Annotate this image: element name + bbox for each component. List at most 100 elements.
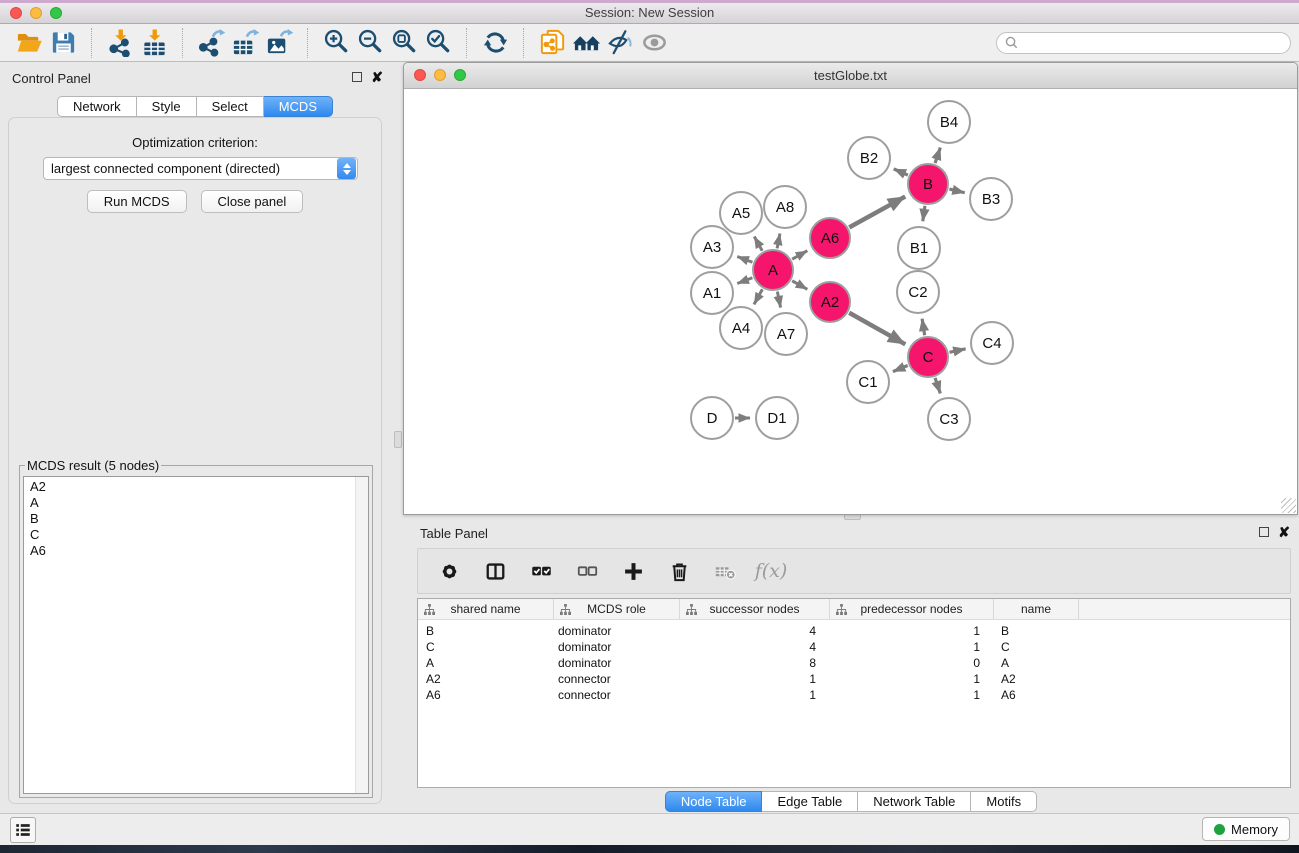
- graph-node-A4[interactable]: A4: [720, 307, 762, 349]
- graph-edge-C-C4[interactable]: [949, 349, 965, 353]
- save-session-button[interactable]: [46, 26, 80, 60]
- graph-node-D1[interactable]: D1: [756, 397, 798, 439]
- graph-edge-C-C2[interactable]: [922, 319, 925, 336]
- mcds-result-item[interactable]: A6: [30, 543, 368, 559]
- tab-motifs[interactable]: Motifs: [971, 791, 1037, 812]
- mcds-result-list[interactable]: A2ABCA6: [23, 476, 369, 794]
- graph-node-A6[interactable]: A6: [810, 218, 850, 258]
- split-view-button[interactable]: [482, 558, 508, 584]
- graph-edge-A-A4[interactable]: [754, 289, 762, 304]
- table-row[interactable]: Bdominator41B: [418, 623, 1290, 639]
- tab-network-table[interactable]: Network Table: [858, 791, 971, 812]
- graph-node-A1[interactable]: A1: [691, 272, 733, 314]
- network-canvas[interactable]: B4B2BB3A8A5A6A3B1AA1C2A2A4A7C4CC1C3DD1: [404, 89, 1297, 514]
- graph-edge-A-A5[interactable]: [754, 237, 762, 251]
- graph-node-C3[interactable]: C3: [928, 398, 970, 440]
- graph-node-A5[interactable]: A5: [720, 192, 762, 234]
- hide-graphics-button[interactable]: [603, 26, 637, 60]
- graph-node-C1[interactable]: C1: [847, 361, 889, 403]
- tab-mcds[interactable]: MCDS: [264, 96, 333, 117]
- settings-gear-button[interactable]: [436, 558, 462, 584]
- show-graphics-button[interactable]: [637, 26, 671, 60]
- graph-node-A7[interactable]: A7: [765, 313, 807, 355]
- tab-network[interactable]: Network: [57, 96, 137, 117]
- open-session-button[interactable]: [12, 26, 46, 60]
- tab-node-table[interactable]: Node Table: [665, 791, 763, 812]
- graph-edge-B-B4[interactable]: [935, 148, 940, 164]
- close-panel-icon[interactable]: ✘: [1278, 527, 1290, 537]
- close-panel-icon[interactable]: ✘: [371, 72, 383, 82]
- graph-edge-A-A1[interactable]: [737, 278, 752, 284]
- run-mcds-button[interactable]: Run MCDS: [87, 190, 187, 213]
- graph-edge-A6-B[interactable]: [849, 197, 905, 228]
- zoom-window-button[interactable]: [50, 7, 62, 19]
- graph-node-A[interactable]: A: [753, 250, 793, 290]
- add-column-button[interactable]: [620, 558, 646, 584]
- graph-node-B3[interactable]: B3: [970, 178, 1012, 220]
- export-network-button[interactable]: [194, 26, 228, 60]
- graph-node-C4[interactable]: C4: [971, 322, 1013, 364]
- zoom-window-button[interactable]: [454, 69, 466, 81]
- graph-edge-A-A3[interactable]: [737, 257, 752, 263]
- zoom-in-button[interactable]: [319, 26, 353, 60]
- tab-edge-table[interactable]: Edge Table: [762, 791, 858, 812]
- graph-edge-C-C1[interactable]: [893, 365, 908, 371]
- graph-node-C[interactable]: C: [908, 337, 948, 377]
- table-row[interactable]: Adominator80A: [418, 655, 1290, 671]
- table-row[interactable]: Cdominator41C: [418, 639, 1290, 655]
- refresh-button[interactable]: [478, 26, 512, 60]
- task-history-button[interactable]: [10, 817, 36, 843]
- zoom-selected-button[interactable]: [421, 26, 455, 60]
- import-network-button[interactable]: [103, 26, 137, 60]
- delete-column-button[interactable]: [666, 558, 692, 584]
- graph-edge-A2-C[interactable]: [849, 313, 905, 345]
- table-row[interactable]: A6connector11A6: [418, 687, 1290, 703]
- graph-edge-B-B3[interactable]: [949, 189, 964, 193]
- export-table-button[interactable]: [228, 26, 262, 60]
- memory-button[interactable]: Memory: [1202, 817, 1290, 841]
- function-builder-button[interactable]: f(x): [758, 558, 784, 584]
- minimize-window-button[interactable]: [30, 7, 42, 19]
- graph-node-A2[interactable]: A2: [810, 282, 850, 322]
- column-header-successor-nodes[interactable]: successor nodes: [679, 599, 829, 619]
- close-window-button[interactable]: [414, 69, 426, 81]
- search-field[interactable]: [996, 32, 1291, 54]
- column-header-name[interactable]: name: [993, 599, 1078, 619]
- graph-edge-A-A8[interactable]: [777, 234, 780, 249]
- mcds-result-item[interactable]: A: [30, 495, 368, 511]
- mcds-result-item[interactable]: B: [30, 511, 368, 527]
- graph-edge-B-B2[interactable]: [894, 169, 908, 175]
- zoom-fit-button[interactable]: [387, 26, 421, 60]
- graph-node-D[interactable]: D: [691, 397, 733, 439]
- duplicate-network-button[interactable]: [535, 26, 569, 60]
- graph-node-B[interactable]: B: [908, 164, 948, 204]
- graph-node-B1[interactable]: B1: [898, 227, 940, 269]
- mcds-result-item[interactable]: A2: [30, 479, 368, 495]
- column-header-shared-name[interactable]: shared name: [418, 599, 553, 619]
- criterion-select[interactable]: largest connected component (directed): [43, 157, 358, 180]
- delete-table-button[interactable]: [712, 558, 738, 584]
- graph-node-B2[interactable]: B2: [848, 137, 890, 179]
- graph-edge-C-C3[interactable]: [935, 378, 940, 394]
- column-header-MCDS-role[interactable]: MCDS role: [553, 599, 679, 619]
- minimize-window-button[interactable]: [434, 69, 446, 81]
- graph-edge-A-A7[interactable]: [777, 292, 780, 308]
- float-panel-icon[interactable]: [1259, 527, 1269, 537]
- search-input[interactable]: [1023, 36, 1282, 50]
- network-window-titlebar[interactable]: testGlobe.txt: [404, 63, 1297, 89]
- zoom-out-button[interactable]: [353, 26, 387, 60]
- graph-node-C2[interactable]: C2: [897, 271, 939, 313]
- tab-style[interactable]: Style: [137, 96, 197, 117]
- scrollbar-track[interactable]: [355, 477, 368, 793]
- mcds-result-item[interactable]: C: [30, 527, 368, 543]
- graph-edge-B-B1[interactable]: [923, 206, 925, 221]
- graph-node-A8[interactable]: A8: [764, 186, 806, 228]
- graph-edge-A-A6[interactable]: [792, 251, 807, 260]
- close-window-button[interactable]: [10, 7, 22, 19]
- tab-select[interactable]: Select: [197, 96, 264, 117]
- import-table-button[interactable]: [137, 26, 171, 60]
- home-button[interactable]: [569, 26, 603, 60]
- resize-grip[interactable]: [1281, 498, 1296, 513]
- network-graph[interactable]: B4B2BB3A8A5A6A3B1AA1C2A2A4A7C4CC1C3DD1: [404, 89, 1297, 514]
- graph-node-B4[interactable]: B4: [928, 101, 970, 143]
